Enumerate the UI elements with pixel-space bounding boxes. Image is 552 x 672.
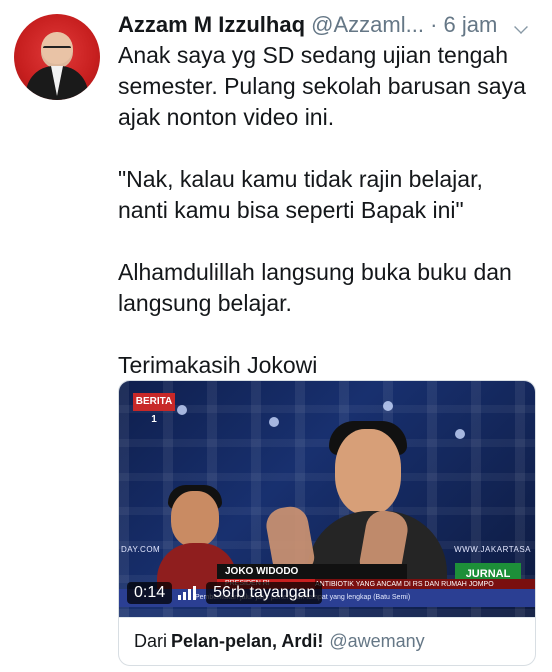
stage-light <box>177 405 187 415</box>
avatar-glasses <box>43 46 71 54</box>
person-left-face <box>171 491 219 547</box>
duration-pill: 0:14 <box>127 582 173 604</box>
site-left: DAY.COM <box>121 545 161 554</box>
channel-badge: BERITA 1 <box>133 393 175 425</box>
video-player[interactable]: BERITA 1 DAY.COM WWW.JAKARTASA JOKO WIDO… <box>119 381 535 617</box>
stage-light <box>383 401 393 411</box>
tweet-line-2: "Nak, kalau kamu tidak rajin belajar, na… <box>118 166 483 223</box>
video-overlay: 0:14 56rb tayangan <box>127 581 323 605</box>
author-handle[interactable]: @Azzaml... <box>311 12 424 37</box>
stage-light <box>269 417 279 427</box>
footer-title[interactable]: Pelan-pelan, Ardi! <box>171 631 323 652</box>
tweet-text: Anak saya yg SD sedang ujian tengah seme… <box>118 40 538 381</box>
lower-third: JOKO WIDODO <box>217 564 407 580</box>
author-name[interactable]: Azzam M Izzulhaq <box>118 12 305 37</box>
views-pill: 56rb tayangan <box>206 582 323 604</box>
site-right: WWW.JAKARTASA <box>454 545 531 554</box>
views-text: 56rb tayangan <box>213 584 316 601</box>
duration-text: 0:14 <box>134 584 166 601</box>
card-footer[interactable]: Dari Pelan-pelan, Ardi! @awemany <box>119 617 535 665</box>
footer-mention[interactable]: @awemany <box>329 631 424 652</box>
media-card[interactable]: BERITA 1 DAY.COM WWW.JAKARTASA JOKO WIDO… <box>118 380 536 666</box>
separator-dot: · <box>430 12 438 37</box>
footer-prefix: Dari <box>134 631 168 651</box>
person-right-face <box>335 429 401 515</box>
stage-light <box>455 429 465 439</box>
tweet-line-4: Terimakasih Jokowi <box>118 352 318 378</box>
tweet-line-1: Anak saya yg SD sedang ujian tengah seme… <box>118 42 526 130</box>
tweet-header: Azzam M Izzulhaq @Azzaml... · 6 jam <box>118 12 538 40</box>
signal-bars-icon <box>178 586 197 600</box>
avatar[interactable] <box>14 14 100 100</box>
tweet-time[interactable]: 6 jam <box>444 12 498 37</box>
tweet-line-3: Alhamdulillah langsung buka buku dan lan… <box>118 259 512 316</box>
